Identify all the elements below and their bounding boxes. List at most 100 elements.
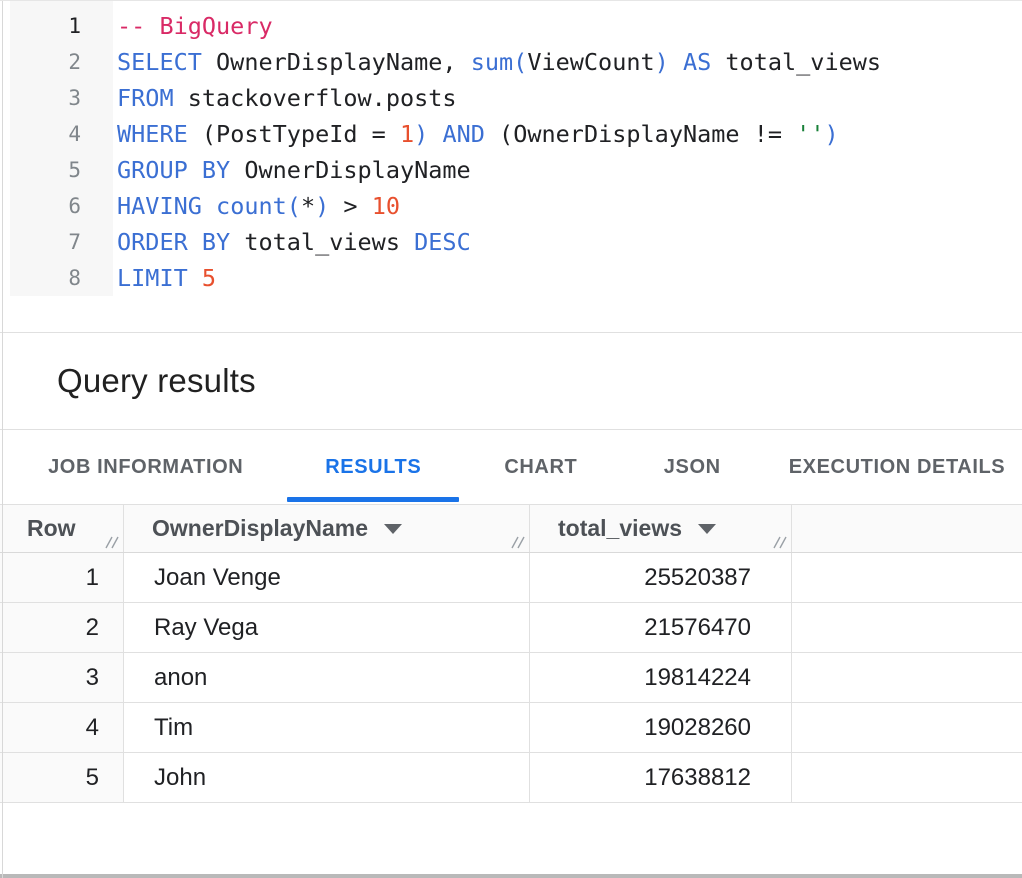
column-header-empty [792, 505, 1022, 552]
code-token [428, 120, 442, 148]
results-table: Row OwnerDisplayName total_views 1Joan Ven… [0, 504, 1022, 803]
code-token: FROM [117, 84, 174, 112]
code-token: ) [315, 192, 329, 220]
code-token: SELECT [117, 48, 202, 76]
resize-grip-icon[interactable] [771, 536, 787, 549]
horizontal-scrollbar[interactable] [0, 874, 1022, 878]
code-token: stackoverflow.posts [174, 84, 457, 112]
total-views-cell: 17638812 [530, 753, 792, 802]
triangle-down-icon[interactable] [698, 524, 716, 534]
table-row: 1Joan Venge25520387 [0, 553, 1022, 603]
resize-grip-icon[interactable] [509, 536, 525, 549]
tab-chart[interactable]: CHART [469, 430, 612, 504]
code-token: GROUP BY [117, 156, 230, 184]
code-line[interactable]: WHERE (PostTypeId = 1) AND (OwnerDisplay… [117, 116, 1022, 152]
code-token: ) [414, 120, 428, 148]
owner-display-name-cell: John [124, 753, 530, 802]
line-number: 6 [10, 188, 113, 224]
column-header-label: total_views [558, 515, 682, 542]
line-number: 5 [10, 152, 113, 188]
column-header-label: OwnerDisplayName [152, 515, 368, 542]
table-row: 4Tim19028260 [0, 703, 1022, 753]
row-number-cell: 2 [0, 603, 124, 652]
owner-display-name-cell: Ray Vega [124, 603, 530, 652]
code-token: 10 [372, 192, 400, 220]
code-line[interactable]: ORDER BY total_views DESC [117, 224, 1022, 260]
code-line[interactable]: LIMIT 5 [117, 260, 1022, 296]
owner-display-name-cell: Tim [124, 703, 530, 752]
code-token: > [329, 192, 371, 220]
code-token: AND [442, 120, 484, 148]
code-token: ORDER BY [117, 228, 230, 256]
empty-cell [792, 753, 1022, 802]
code-token: ) [655, 48, 669, 76]
line-number: 3 [10, 80, 113, 116]
code-token: WHERE [117, 120, 188, 148]
code-token: ) [824, 120, 838, 148]
tab-json[interactable]: JSON [621, 430, 764, 504]
code-token: sum( [471, 48, 528, 76]
code-token: * [301, 192, 315, 220]
code-token: (PostTypeId = [188, 120, 400, 148]
column-header-row[interactable]: Row [0, 505, 124, 552]
results-table-header-row: Row OwnerDisplayName total_views [0, 505, 1022, 553]
line-number: 7 [10, 224, 113, 260]
code-line[interactable]: SELECT OwnerDisplayName, sum(ViewCount) … [117, 44, 1022, 80]
tab-execution-details[interactable]: EXECUTION DETAILS [772, 430, 1022, 504]
table-row: 3anon19814224 [0, 653, 1022, 703]
sql-code-area[interactable]: -- BigQuerySELECT OwnerDisplayName, sum(… [117, 8, 1022, 296]
line-number: 8 [10, 260, 113, 296]
code-line[interactable]: -- BigQuery [117, 8, 1022, 44]
code-token: OwnerDisplayName [230, 156, 471, 184]
row-number-cell: 5 [0, 753, 124, 802]
empty-cell [792, 703, 1022, 752]
line-number: 2 [10, 44, 113, 80]
code-token [202, 192, 216, 220]
tab-job-information[interactable]: JOB INFORMATION [24, 430, 267, 504]
row-number-cell: 4 [0, 703, 124, 752]
results-tab-bar: JOB INFORMATION RESULTSCHARTJSONEXECUTION… [0, 430, 1022, 504]
column-header-ownerdisplayname[interactable]: OwnerDisplayName [124, 505, 530, 552]
table-row: 2Ray Vega21576470 [0, 603, 1022, 653]
line-number: 1 [10, 8, 113, 44]
total-views-cell: 25520387 [530, 553, 792, 602]
column-header-label: Row [27, 515, 76, 542]
empty-cell [792, 653, 1022, 702]
code-line[interactable]: FROM stackoverflow.posts [117, 80, 1022, 116]
code-token: HAVING [117, 192, 202, 220]
triangle-down-icon[interactable] [384, 524, 402, 534]
sql-editor[interactable]: 12345678 -- BigQuerySELECT OwnerDisplayN… [0, 1, 1022, 333]
code-token [669, 48, 683, 76]
total-views-cell: 21576470 [530, 603, 792, 652]
code-token: (OwnerDisplayName != [485, 120, 796, 148]
tab-results[interactable]: RESULTS [287, 430, 459, 504]
query-results-title: Query results [57, 362, 256, 400]
code-token: 1 [400, 120, 414, 148]
code-token: count( [216, 192, 301, 220]
code-token: total_views [711, 48, 881, 76]
empty-cell [792, 603, 1022, 652]
code-token: ViewCount [527, 48, 654, 76]
code-token: 5 [202, 264, 216, 292]
code-token: AS [683, 48, 711, 76]
code-token: total_views [230, 228, 414, 256]
owner-display-name-cell: Joan Venge [124, 553, 530, 602]
table-row: 5John17638812 [0, 753, 1022, 803]
code-line[interactable]: HAVING count(*) > 10 [117, 188, 1022, 224]
row-number-cell: 3 [0, 653, 124, 702]
resize-grip-icon[interactable] [103, 536, 119, 549]
panel-left-border [2, 1, 3, 878]
empty-cell [792, 553, 1022, 602]
row-number-cell: 1 [0, 553, 124, 602]
code-token: '' [796, 120, 824, 148]
code-line[interactable]: GROUP BY OwnerDisplayName [117, 152, 1022, 188]
code-token: OwnerDisplayName, [202, 48, 471, 76]
editor-line-number-gutter: 12345678 [10, 1, 113, 296]
code-token: DESC [414, 228, 471, 256]
line-number: 4 [10, 116, 113, 152]
code-token: LIMIT [117, 264, 188, 292]
column-header-total_views[interactable]: total_views [530, 505, 792, 552]
total-views-cell: 19028260 [530, 703, 792, 752]
total-views-cell: 19814224 [530, 653, 792, 702]
code-token [188, 264, 202, 292]
